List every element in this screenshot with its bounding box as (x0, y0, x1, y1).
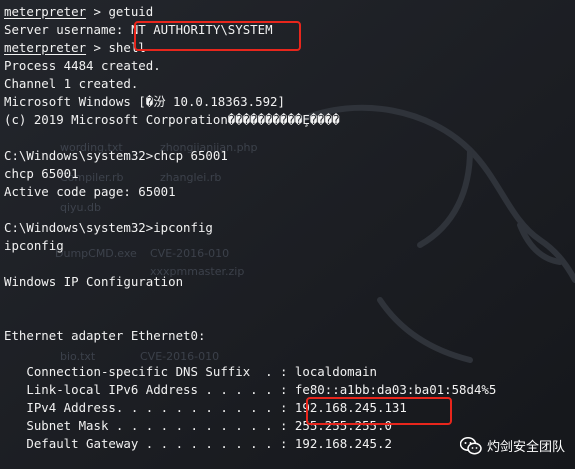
terminal-text: C:\Windows\system32>ipconfig (4, 220, 213, 235)
terminal-text: IPv4 Address. . . . . . . . . . . : 192.… (4, 400, 407, 415)
terminal-text: ipconfig (4, 238, 64, 253)
terminal-line: meterpreter > getuid (4, 3, 571, 21)
prompt-label: meterpreter (4, 40, 87, 55)
terminal-line: Channel 1 created. (4, 75, 571, 93)
terminal-text: Channel 1 created. (4, 76, 139, 91)
terminal-text: Ethernet adapter Ethernet0: (4, 328, 206, 343)
terminal-text: Default Gateway . . . . . . . . . : 192.… (4, 436, 392, 451)
terminal-text: Server username: NT AUTHORITY\SYSTEM (4, 22, 273, 37)
terminal-line: C:\Windows\system32>chcp 65001 (4, 147, 571, 165)
terminal-output: meterpreter > getuid Server username: NT … (4, 3, 571, 453)
terminal-text: Connection-specific DNS Suffix . : local… (4, 364, 377, 379)
terminal-line: Process 4484 created. (4, 57, 571, 75)
terminal-line: (c) 2019 Microsoft Corporation����������… (4, 111, 571, 129)
terminal-line: Subnet Mask . . . . . . . . . . . : 255.… (4, 417, 571, 435)
terminal-line: meterpreter > shell (4, 39, 571, 57)
watermark: 灼剑安全团队 (459, 436, 565, 455)
terminal-text: Link-local IPv6 Address . . . . . : fe80… (4, 382, 497, 397)
terminal-text: Active code page: 65001 (4, 184, 176, 199)
prompt-label: meterpreter (4, 4, 87, 19)
terminal-line: Connection-specific DNS Suffix . : local… (4, 363, 571, 381)
terminal-line: Windows IP Configuration (4, 273, 571, 291)
terminal-line: Server username: NT AUTHORITY\SYSTEM (4, 21, 571, 39)
terminal-text: Microsoft Windows [�汾 10.0.18363.592] (4, 94, 285, 109)
terminal-text: C:\Windows\system32>chcp 65001 (4, 148, 228, 163)
terminal-line: chcp 65001 (4, 165, 571, 183)
terminal-text: Process 4484 created. (4, 58, 161, 73)
terminal-text: chcp 65001 (4, 166, 79, 181)
terminal-line: Ethernet adapter Ethernet0: (4, 327, 571, 345)
terminal-line: ipconfig (4, 237, 571, 255)
terminal-line: Active code page: 65001 (4, 183, 571, 201)
terminal-line: Link-local IPv6 Address . . . . . : fe80… (4, 381, 571, 399)
wechat-icon (459, 436, 482, 454)
terminal-line: IPv4 Address. . . . . . . . . . . : 192.… (4, 399, 571, 417)
terminal-text: > shell (86, 40, 146, 55)
watermark-text: 灼剑安全团队 (486, 440, 565, 455)
terminal-text: (c) 2019 Microsoft Corporation����������… (4, 112, 340, 127)
terminal-line: Microsoft Windows [�汾 10.0.18363.592] (4, 93, 571, 111)
terminal-text: Windows IP Configuration (4, 274, 184, 289)
terminal-line: C:\Windows\system32>ipconfig (4, 219, 571, 237)
terminal-text: Subnet Mask . . . . . . . . . . . : 255.… (4, 418, 392, 433)
terminal-text: > getuid (86, 4, 154, 19)
